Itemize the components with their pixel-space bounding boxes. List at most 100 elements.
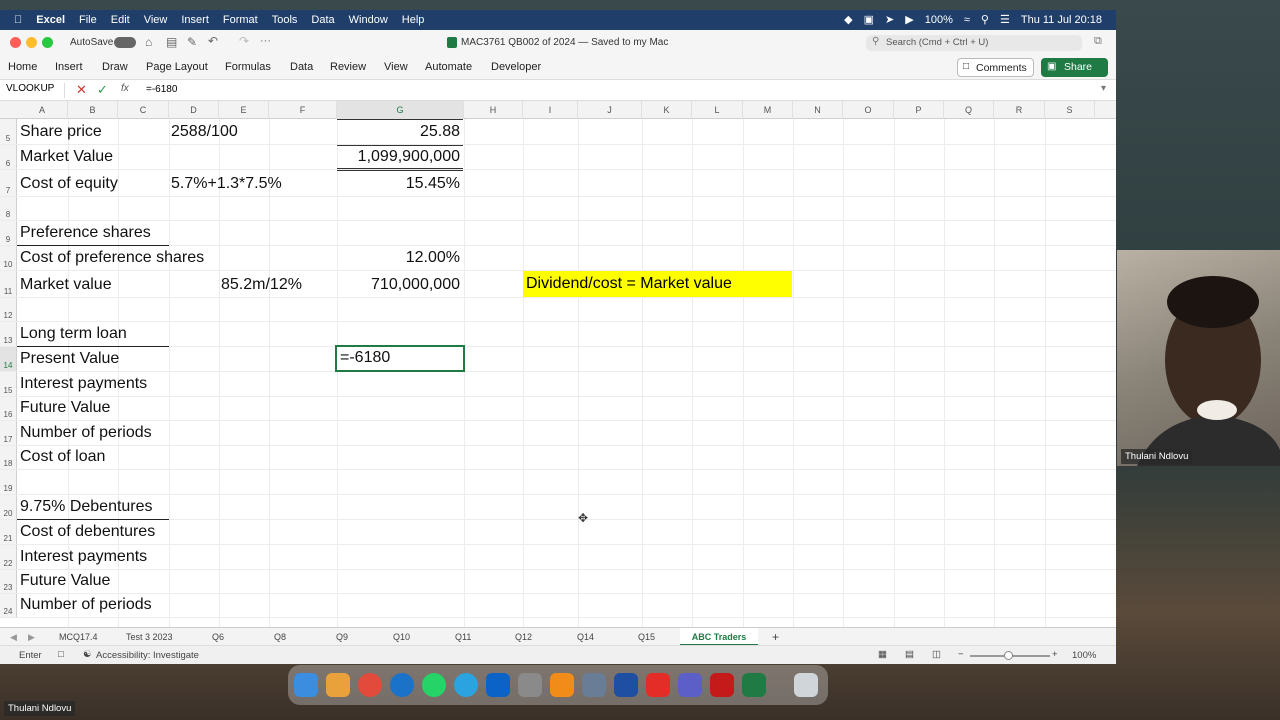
launchpad-icon[interactable] — [326, 673, 350, 697]
sheet-tab[interactable]: Q11 — [455, 632, 471, 642]
youtube-icon[interactable] — [646, 673, 670, 697]
cell-a[interactable]: Cost of equity — [20, 175, 118, 193]
screenshot-icon[interactable]: ▣ — [864, 13, 874, 26]
preview-icon[interactable] — [582, 673, 606, 697]
tab-insert[interactable]: Insert — [55, 61, 83, 73]
edit-icon[interactable]: ✎ — [187, 35, 197, 49]
play-icon[interactable]: ▶ — [905, 13, 913, 26]
finder-icon[interactable] — [294, 673, 318, 697]
cell-a[interactable]: Cost of preference shares — [20, 249, 204, 267]
zoom-out-icon[interactable]: − — [958, 649, 964, 660]
cell-d[interactable]: 85.2m/12% — [221, 276, 302, 294]
sheet-tab[interactable]: Q9 — [336, 632, 348, 642]
menu-app-name[interactable]: Excel — [36, 14, 65, 26]
name-box[interactable]: VLOOKUP — [3, 83, 65, 98]
formula-input[interactable]: =-6180 — [146, 84, 177, 95]
close-window-button[interactable] — [10, 37, 21, 48]
menu-view[interactable]: View — [144, 14, 168, 26]
cell-a[interactable]: Market value — [20, 276, 112, 294]
zoom-window-button[interactable] — [42, 37, 53, 48]
cell-g[interactable]: 25.88 — [420, 123, 460, 141]
row-number[interactable]: 18 — [0, 446, 17, 469]
sheet-tab[interactable]: Q14 — [577, 632, 594, 642]
column-header-r[interactable]: R — [994, 101, 1045, 119]
tab-data[interactable]: Data — [290, 61, 313, 73]
row-number[interactable]: 12 — [0, 298, 17, 321]
sheet-tab-active[interactable]: ABC Traders — [680, 628, 758, 646]
column-header-s[interactable]: S — [1045, 101, 1095, 119]
tab-view[interactable]: View — [384, 61, 408, 73]
tab-formulas[interactable]: Formulas — [225, 61, 271, 73]
redo-icon[interactable]: ↷ — [239, 34, 249, 48]
highlight-note-cell[interactable]: Dividend/cost = Market value — [523, 271, 792, 297]
column-header-p[interactable]: P — [894, 101, 944, 119]
trash-icon[interactable] — [794, 673, 818, 697]
next-sheet-icon[interactable]: ▶ — [28, 632, 35, 643]
row-number[interactable]: 22 — [0, 545, 17, 569]
sheet-tab[interactable]: MCQ17.4 — [59, 632, 98, 642]
control-center-icon[interactable]: ☰ — [1000, 13, 1010, 26]
menu-file[interactable]: File — [79, 14, 97, 26]
menu-help[interactable]: Help — [402, 14, 425, 26]
sheet-tab[interactable]: Q8 — [274, 632, 286, 642]
cell-g[interactable]: 1,099,900,000 — [358, 148, 460, 166]
calculator-icon[interactable] — [518, 673, 542, 697]
cell-d[interactable]: 5.7%+1.3*7.5% — [171, 175, 282, 193]
column-header-a[interactable]: A — [17, 101, 68, 119]
row-number[interactable]: 14 — [0, 347, 17, 371]
zoom-slider-handle[interactable] — [1004, 651, 1013, 660]
dropbox-icon[interactable]: ◆ — [844, 13, 852, 26]
row-number[interactable]: 8 — [0, 197, 17, 220]
tab-review[interactable]: Review — [330, 61, 366, 73]
datetime[interactable]: Thu 11 Jul 20:18 — [1021, 14, 1102, 26]
row-number[interactable]: 6 — [0, 145, 17, 169]
fx-icon[interactable]: fx — [121, 83, 129, 94]
column-header-n[interactable]: N — [793, 101, 843, 119]
minimize-window-button[interactable] — [26, 37, 37, 48]
sheet-tab[interactable]: Q12 — [515, 632, 532, 642]
tab-page-layout[interactable]: Page Layout — [146, 61, 208, 73]
row-number[interactable]: 15 — [0, 372, 17, 396]
menu-window[interactable]: Window — [349, 14, 388, 26]
whatsapp-icon[interactable] — [422, 673, 446, 697]
row-number[interactable]: 13 — [0, 322, 17, 346]
cell-a[interactable]: Cost of debentures — [20, 523, 155, 541]
ribbon-collapse-icon[interactable]: ⧉ — [1094, 35, 1102, 48]
cell-g[interactable]: 15.45% — [406, 175, 460, 193]
column-header-o[interactable]: O — [843, 101, 894, 119]
column-header-m[interactable]: M — [743, 101, 793, 119]
column-header-i[interactable]: I — [523, 101, 578, 119]
zoom-in-icon[interactable]: + — [1052, 649, 1058, 660]
column-header-c[interactable]: C — [118, 101, 169, 119]
menu-edit[interactable]: Edit — [111, 14, 130, 26]
cell-a[interactable]: Share price — [20, 123, 102, 141]
cell-g[interactable]: 12.00% — [406, 249, 460, 267]
zoom-level[interactable]: 100% — [1072, 650, 1096, 661]
cell-a[interactable]: Present Value — [20, 350, 119, 368]
normal-view-icon[interactable]: ▦ — [878, 649, 887, 660]
column-header-q[interactable]: Q — [944, 101, 994, 119]
acrobat-icon[interactable] — [710, 673, 734, 697]
menu-insert[interactable]: Insert — [181, 14, 209, 26]
cell-a[interactable]: Interest payments — [20, 375, 147, 393]
cell-a[interactable]: Market Value — [20, 148, 113, 166]
page-break-view-icon[interactable]: ◫ — [932, 649, 941, 660]
home-icon[interactable]: ⌂ — [145, 35, 152, 49]
search-input[interactable]: Search (Cmd + Ctrl + U) — [866, 35, 1082, 51]
teams-icon[interactable] — [678, 673, 702, 697]
add-sheet-button[interactable]: + — [772, 630, 779, 644]
apple-icon[interactable]:  — [14, 14, 22, 26]
cell-a[interactable]: Long term loan — [20, 325, 127, 343]
column-header-h[interactable]: H — [464, 101, 523, 119]
row-number[interactable]: 17 — [0, 421, 17, 445]
tab-draw[interactable]: Draw — [102, 61, 128, 73]
cell-a[interactable]: Future Value — [20, 572, 110, 590]
edge-icon[interactable] — [390, 673, 414, 697]
cell-a[interactable]: 9.75% Debentures — [20, 498, 153, 516]
cancel-icon[interactable]: ✕ — [76, 82, 87, 98]
row-number[interactable]: 9 — [0, 221, 17, 245]
page-layout-view-icon[interactable]: ▤ — [905, 649, 914, 660]
enter-check-icon[interactable]: ✓ — [97, 82, 108, 98]
cell-a[interactable]: Preference shares — [20, 224, 151, 242]
undo-icon[interactable]: ↶ — [208, 34, 218, 48]
